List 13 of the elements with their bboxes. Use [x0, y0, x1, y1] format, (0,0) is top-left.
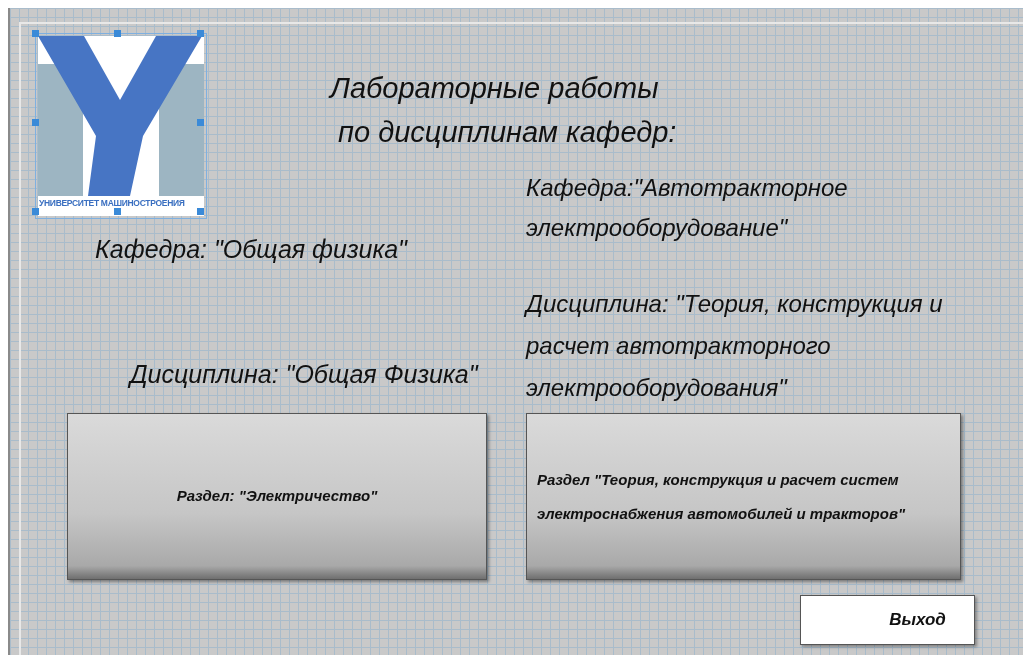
discipline-label: электрооборудования" [526, 373, 789, 403]
section-button[interactable]: Раздел: "Электричество" [67, 413, 487, 580]
discipline-label: Дисциплина: "Теория, конструкция и [526, 289, 943, 319]
department-label: Кафедра:"Автотракторное [526, 173, 848, 203]
title-line: Лабораторные работы [330, 71, 660, 106]
department-label: Кафедра: "Общая физика" [95, 234, 407, 265]
logo-caption: УНИВЕРСИТЕТ МАШИНОСТРОЕНИЯ [38, 197, 186, 210]
discipline-label: расчет автотракторного [526, 331, 832, 361]
department-label: электрооборудование" [526, 213, 789, 243]
section-button[interactable]: Раздел "Теория, конструкция и расчет систем электроснабжения автомобилей и тракторов" [526, 413, 961, 580]
exit-button[interactable]: Выход [800, 595, 975, 645]
title-line: по дисциплинам кафедр: [337, 115, 677, 150]
selection-frame[interactable] [35, 33, 207, 219]
